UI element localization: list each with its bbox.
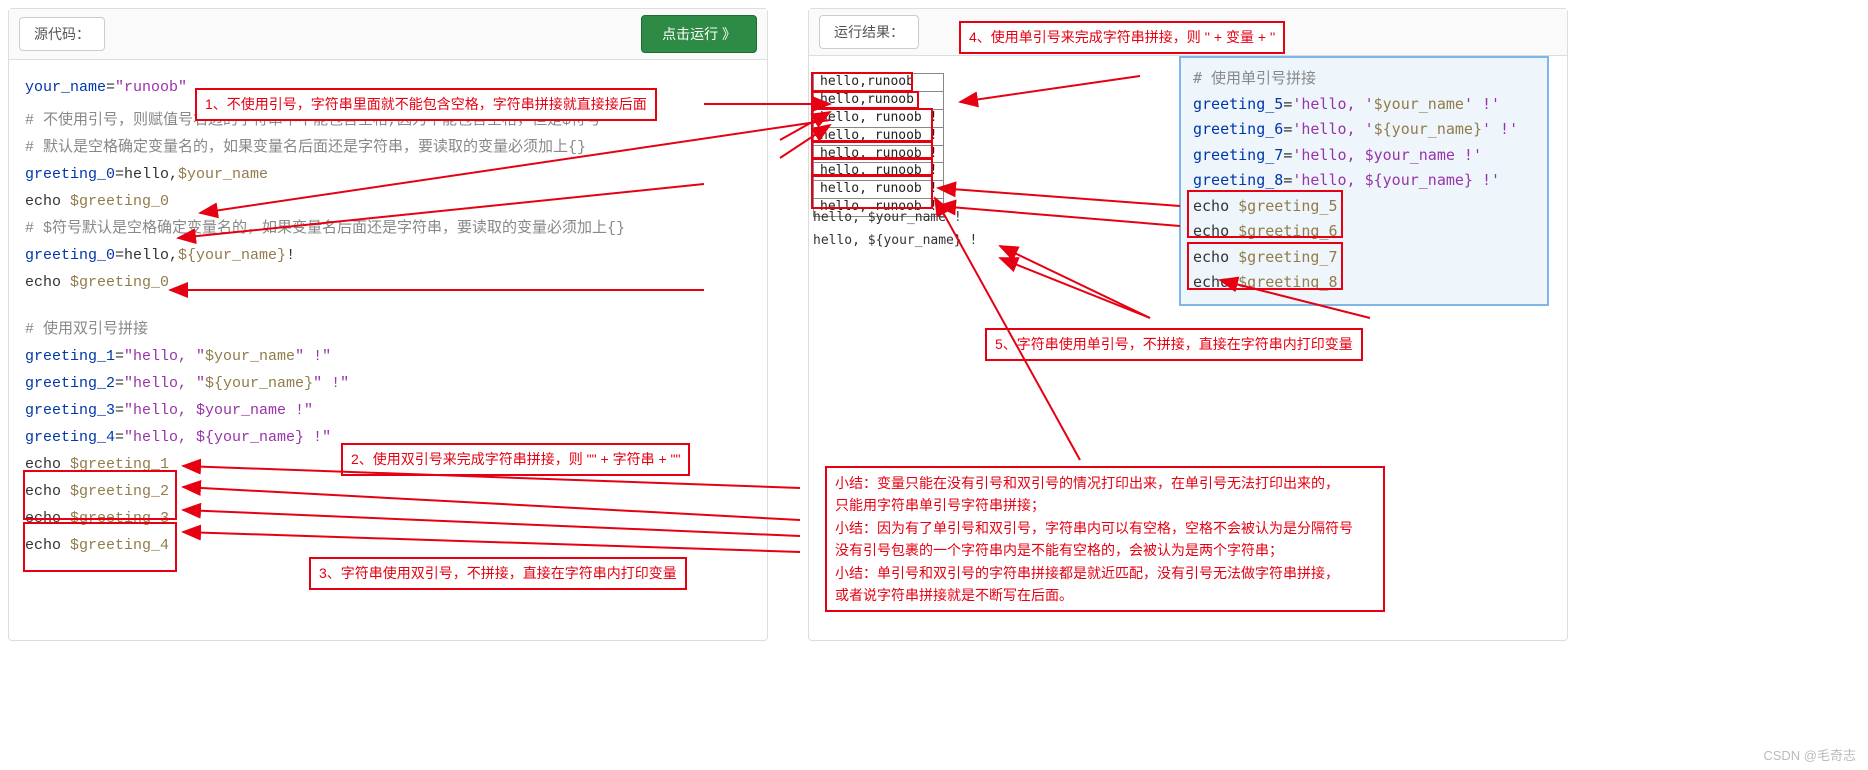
summary-box: 小结：变量只能在没有引号和双引号的情况打印出来，在单引号无法打印出来的， 只能用…: [825, 466, 1385, 612]
code-token: "hello, ": [124, 375, 205, 392]
single-quote-code: # 使用单引号拼接 greeting_5='hello, '$your_name…: [1179, 56, 1549, 306]
code-token: =: [115, 429, 124, 446]
code-token: 'hello, ': [1292, 95, 1373, 113]
code-token: =: [106, 79, 115, 96]
code-token: echo: [25, 274, 70, 291]
result-body: 4、使用单引号来完成字符串拼接，则 '' + 变量 + '' hello,run…: [809, 56, 1567, 616]
layout: 源代码： 点击运行 》 your_name="runoob" # 不使用引号，则…: [8, 8, 1860, 641]
code-token: =: [1283, 95, 1292, 113]
summary-line: 或者说字符串拼接就是不断写在后面。: [835, 584, 1375, 606]
box-echo12: [23, 470, 177, 520]
code-token: greeting_0: [25, 247, 115, 264]
code-token: "hello, ": [124, 348, 205, 365]
code-token: ' !': [1464, 95, 1500, 113]
source-header: 源代码： 点击运行 》: [9, 9, 767, 60]
summary-line: 小结：单引号和双引号的字符串拼接都是就近匹配，没有引号无法做字符串拼接，: [835, 562, 1375, 584]
output-plain: hello, $your_name ! hello, ${your_name} …: [813, 206, 977, 253]
box-o6: [811, 158, 933, 176]
code-token: your_name: [25, 79, 106, 96]
code-token: "hello, $your_name !": [124, 402, 313, 419]
code-token: greeting_5: [1193, 95, 1283, 113]
source-body: your_name="runoob" # 不使用引号，则赋值号右边的字符串中不能…: [9, 60, 767, 640]
box-echo78: [1187, 242, 1343, 290]
code-token: 'hello, ${your_name} !': [1292, 171, 1500, 189]
code-comment: # $符号默认是空格确定变量名的，如果变量名后面还是字符串，要读取的变量必须加上…: [25, 215, 751, 242]
code-token: echo: [25, 193, 70, 210]
code-token: "runoob": [115, 79, 187, 96]
code-token: =: [115, 402, 124, 419]
box-echo34: [23, 522, 177, 572]
code-token: "hello, ${your_name} !": [124, 429, 331, 446]
watermark: CSDN @毛奇志: [1763, 745, 1856, 764]
code-token: greeting_0: [25, 166, 115, 183]
output-line: hello, $your_name !: [813, 206, 977, 229]
summary-line: 只能用字符串单引号字符串拼接；: [835, 494, 1375, 516]
code-token: greeting_8: [1193, 171, 1283, 189]
annotation-4: 4、使用单引号来完成字符串拼接，则 '' + 变量 + '': [959, 21, 1285, 54]
output-line: hello, ${your_name} !: [813, 229, 977, 252]
code-token: " !": [295, 348, 331, 365]
result-panel: 运行结果： 4、使用单引号来完成字符串拼接，则 '' + 变量 + '' hel…: [808, 8, 1568, 641]
code-token: =hello,: [115, 166, 178, 183]
code-token: =: [1283, 146, 1292, 164]
code-token: $your_name: [178, 166, 268, 183]
annotation-1: 1、不使用引号，字符串里面就不能包含空格，字符串拼接就直接接后面: [195, 88, 657, 121]
code-token: $your_name: [1374, 95, 1464, 113]
run-button[interactable]: 点击运行 》: [641, 15, 757, 53]
code-token: ' !': [1482, 120, 1518, 138]
annotation-5: 5、字符串使用单引号，不拼接，直接在字符串内打印变量: [985, 328, 1363, 361]
source-label: 源代码：: [19, 17, 105, 51]
code-token: =: [115, 348, 124, 365]
box-o78: [811, 175, 933, 209]
code-token: =: [1283, 171, 1292, 189]
code-comment: # 使用双引号拼接: [25, 316, 751, 343]
summary-line: 小结：因为有了单引号和双引号，字符串内可以有空格，空格不会被认为是分隔符号: [835, 517, 1375, 539]
box-o5: [811, 141, 933, 159]
summary-line: 没有引号包裹的一个字符串内是不能有空格的，会被认为是两个字符串；: [835, 539, 1375, 561]
code-token: greeting_4: [25, 429, 115, 446]
code-token: =: [115, 375, 124, 392]
annotation-2: 2、使用双引号来完成字符串拼接，则 "" + 字符串 + "": [341, 443, 690, 476]
code-token: $your_name: [205, 348, 295, 365]
code-token: greeting_1: [25, 348, 115, 365]
code-token: ${your_name}: [178, 247, 286, 264]
code-comment: # 默认是空格确定变量名的，如果变量名后面还是字符串，要读取的变量必须加上{}: [25, 134, 751, 161]
code-token: greeting_7: [1193, 146, 1283, 164]
code-token: $greeting_0: [70, 193, 169, 210]
code-token: 'hello, ': [1292, 120, 1373, 138]
box-echo56: [1187, 190, 1343, 238]
code-token: ${your_name}: [1374, 120, 1482, 138]
summary-line: 小结：变量只能在没有引号和双引号的情况打印出来，在单引号无法打印出来的，: [835, 472, 1375, 494]
code-token: greeting_3: [25, 402, 115, 419]
code-token: =: [1283, 120, 1292, 138]
code-token: $greeting_0: [70, 274, 169, 291]
code-token: " !": [313, 375, 349, 392]
code-token: =hello,: [115, 247, 178, 264]
box-o1: [811, 72, 913, 92]
result-label: 运行结果：: [819, 15, 919, 49]
code-token: ${your_name}: [205, 375, 313, 392]
code-token: greeting_6: [1193, 120, 1283, 138]
box-o2: [811, 91, 919, 109]
code-token: 'hello, $your_name !': [1292, 146, 1482, 164]
code-token: greeting_2: [25, 375, 115, 392]
annotation-3: 3、字符串使用双引号，不拼接，直接在字符串内打印变量: [309, 557, 687, 590]
box-o34: [811, 108, 933, 142]
code-token: !: [286, 247, 295, 264]
code-comment: # 使用单引号拼接: [1193, 66, 1535, 92]
source-panel: 源代码： 点击运行 》 your_name="runoob" # 不使用引号，则…: [8, 8, 768, 641]
